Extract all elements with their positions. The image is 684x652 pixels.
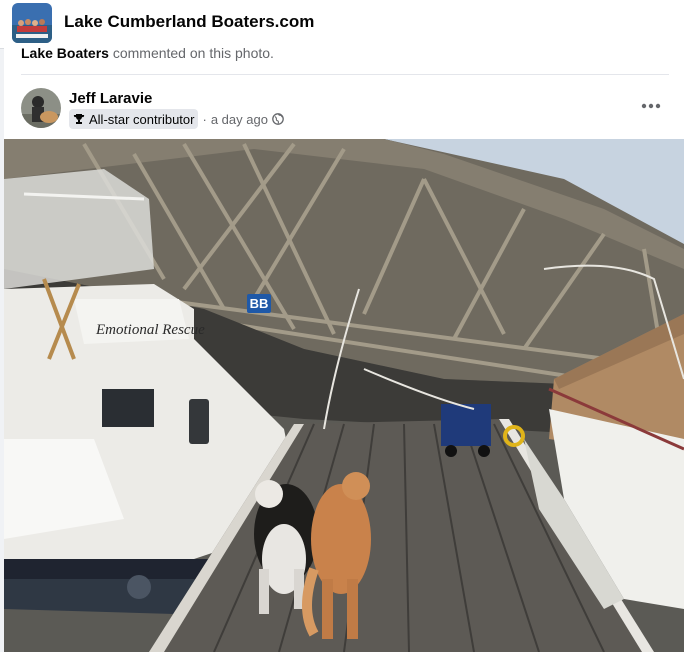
boat-name: Emotional Rescue xyxy=(95,322,205,338)
activity-line: Lake Boaters commented on this photo. xyxy=(21,45,274,61)
author-avatar[interactable] xyxy=(21,88,61,128)
post-time[interactable]: a day ago xyxy=(211,112,268,127)
divider xyxy=(21,74,669,75)
trophy-icon xyxy=(73,114,85,124)
activity-actor[interactable]: Lake Boaters xyxy=(21,45,109,61)
group-title[interactable]: Lake Cumberland Boaters.com xyxy=(64,12,314,32)
more-options-button[interactable] xyxy=(636,94,666,118)
dock-cart xyxy=(441,404,491,446)
post-meta: All-star contributor · a day ago xyxy=(69,109,284,129)
group-header: Lake Cumberland Boaters.com xyxy=(0,0,684,49)
group-avatar[interactable] xyxy=(12,3,52,43)
contributor-badge[interactable]: All-star contributor xyxy=(69,109,199,129)
activity-text: commented on this photo. xyxy=(112,45,274,61)
globe-icon xyxy=(272,113,284,125)
dock-sign-label: BB xyxy=(250,296,269,311)
more-horizontal-icon xyxy=(641,103,661,109)
meta-separator: · xyxy=(202,111,207,127)
badge-label: All-star contributor xyxy=(89,111,195,127)
post-photo[interactable]: BB Emotional Rescue xyxy=(4,139,684,652)
author-name[interactable]: Jeff Laravie xyxy=(69,90,152,107)
